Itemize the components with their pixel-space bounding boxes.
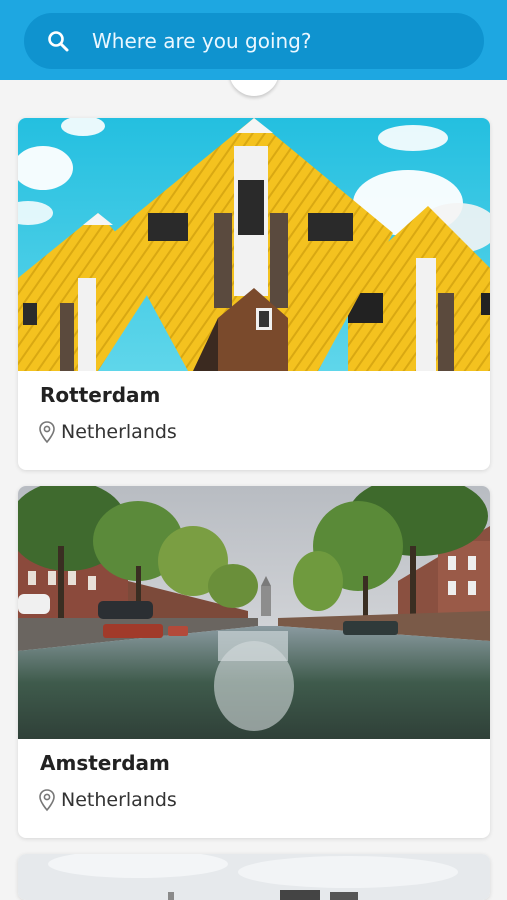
rotterdam-photo (18, 118, 490, 371)
destination-location: Netherlands (38, 420, 177, 444)
search-bar[interactable] (24, 13, 484, 69)
top-bar (0, 0, 507, 80)
location-pin-icon (39, 421, 55, 444)
destination-card-amsterdam[interactable]: Amsterdam Netherlands (18, 486, 490, 838)
amsterdam-photo (18, 486, 490, 739)
destination-card[interactable] (18, 854, 490, 900)
search-input[interactable] (92, 29, 452, 53)
destination-card-rotterdam[interactable]: Rotterdam Netherlands (18, 118, 490, 470)
destination-photo (18, 854, 490, 900)
destination-country: Netherlands (61, 421, 177, 443)
destination-city: Amsterdam (40, 751, 170, 775)
search-icon (48, 31, 69, 52)
location-pin-icon (39, 789, 55, 812)
destination-country: Netherlands (61, 789, 177, 811)
destination-location: Netherlands (38, 788, 177, 812)
destination-city: Rotterdam (40, 383, 161, 407)
